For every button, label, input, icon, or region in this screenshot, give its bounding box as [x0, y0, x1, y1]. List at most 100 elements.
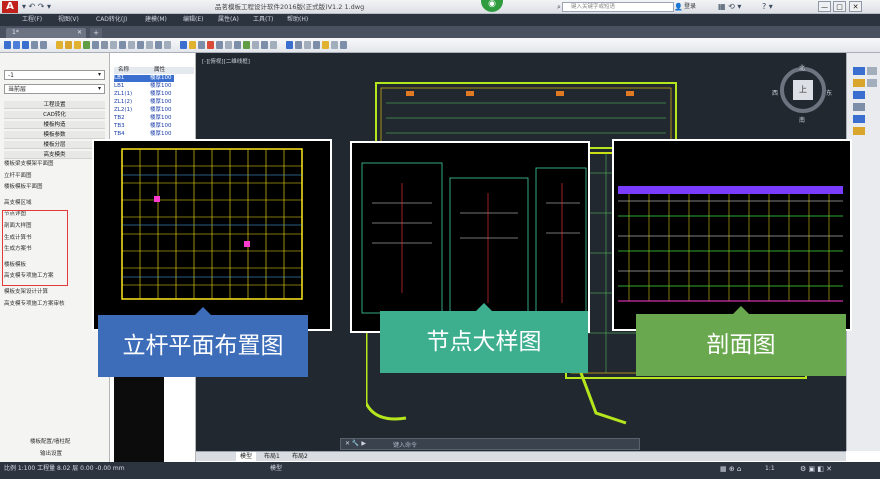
draw-rect-icon[interactable]: [198, 41, 205, 49]
high-formwork-button[interactable]: 高支模类: [4, 151, 105, 159]
print-icon[interactable]: [331, 41, 338, 49]
table-icon[interactable]: [164, 41, 171, 49]
dimension-tool-icon[interactable]: [853, 91, 865, 99]
extend-icon[interactable]: [270, 41, 277, 49]
offset-icon[interactable]: [252, 41, 259, 49]
rotate-icon[interactable]: [234, 41, 241, 49]
nav-item[interactable]: 立杆平面图: [4, 173, 32, 180]
slab-layer-button[interactable]: 楼板分层: [4, 141, 105, 149]
nav-item[interactable]: 楼板梁支模架平面图: [4, 161, 54, 168]
close-tab-icon[interactable]: ✕: [77, 28, 82, 38]
formwork-params-button[interactable]: 模板参数: [4, 131, 105, 139]
redo-icon[interactable]: [40, 41, 47, 49]
layer-filter-icon[interactable]: [74, 41, 81, 49]
output-settings-button[interactable]: 输出设置: [40, 451, 62, 458]
chevron-down-icon[interactable]: ▾: [98, 71, 101, 78]
menu-item-tools[interactable]: 工具(T): [253, 14, 273, 26]
table-row[interactable]: ZL1(2) 楼厚100: [114, 99, 174, 106]
minimize-button[interactable]: —: [818, 1, 831, 12]
document-tab[interactable]: 1* ✕: [6, 28, 86, 38]
draw-arc-icon[interactable]: [189, 41, 196, 49]
command-tools-icon[interactable]: ✕ 🔧 ▶: [345, 440, 366, 447]
table-row[interactable]: TB4 楼厚100: [114, 131, 174, 138]
viewport-label[interactable]: [-][俯视][二维线框]: [202, 57, 250, 65]
quick-access-toolbar-icon[interactable]: ▾ ↶ ↷ ▾: [22, 0, 51, 14]
menu-item-project[interactable]: 工程(F): [22, 14, 42, 26]
nav-item[interactable]: 高支模专项施工方案审核: [4, 301, 65, 308]
menu-item-modeling[interactable]: 建模(M): [145, 14, 167, 26]
settings-icon[interactable]: [340, 41, 347, 49]
grid-icon[interactable]: [83, 41, 90, 49]
sign-in-link[interactable]: 登录: [684, 1, 696, 13]
layer-icon[interactable]: [56, 41, 63, 49]
pan-tool-icon[interactable]: [867, 67, 877, 75]
move-icon[interactable]: [225, 41, 232, 49]
status-settings-icon[interactable]: ⚙ ▣ ◧ ✕: [800, 462, 832, 476]
search-icon[interactable]: ⌕: [557, 1, 561, 13]
floor-select[interactable]: -1: [4, 70, 105, 80]
menu-item-help[interactable]: 帮助(H): [287, 14, 308, 26]
layer-state-icon[interactable]: [65, 41, 72, 49]
maximize-button[interactable]: □: [833, 1, 846, 12]
view-cube-top[interactable]: 上: [793, 80, 813, 100]
open-file-icon[interactable]: [13, 41, 20, 49]
status-model[interactable]: 模型: [270, 462, 282, 476]
save-icon[interactable]: [22, 41, 29, 49]
exchange-icon[interactable]: ▦ ⟲ ▾: [718, 0, 741, 14]
status-scale[interactable]: 1:1: [765, 462, 775, 476]
modify-tool-icon[interactable]: [853, 79, 865, 87]
mirror-icon[interactable]: [243, 41, 250, 49]
delete-icon[interactable]: [207, 41, 214, 49]
copy-icon[interactable]: [216, 41, 223, 49]
status-tools-icon[interactable]: ▦ ⊕ ⌂: [720, 462, 741, 476]
tab-layout1[interactable]: 布局1: [260, 452, 284, 462]
slab-structure-button[interactable]: 楼板构造: [4, 121, 105, 129]
chevron-down-icon[interactable]: ▾: [98, 85, 101, 92]
close-button[interactable]: ✕: [849, 1, 862, 12]
zoom-tool-icon[interactable]: [867, 79, 877, 87]
match-icon[interactable]: [295, 41, 302, 49]
project-settings-button[interactable]: 工程设置: [4, 101, 105, 109]
insert-icon[interactable]: [313, 41, 320, 49]
menu-item-edit[interactable]: 编辑(E): [183, 14, 203, 26]
tab-model[interactable]: 模型: [236, 452, 257, 462]
draw-line-icon[interactable]: [180, 41, 187, 49]
layer-select[interactable]: 当前层: [4, 84, 105, 94]
command-line[interactable]: ✕ 🔧 ▶ 键入命令: [340, 438, 640, 450]
config-label[interactable]: 楼板配置/墙柱配: [30, 439, 70, 446]
block-icon[interactable]: [304, 41, 311, 49]
zoom-icon[interactable]: [92, 41, 99, 49]
cad-convert-button[interactable]: CAD转化: [4, 111, 105, 119]
trim-icon[interactable]: [261, 41, 268, 49]
new-file-icon[interactable]: [4, 41, 11, 49]
nav-item[interactable]: 高支模区域: [4, 200, 32, 207]
draw-tool-icon[interactable]: [853, 67, 865, 75]
table-row[interactable]: LB1 楼厚100: [114, 83, 174, 90]
table-row[interactable]: ZL1(1) 楼厚100: [114, 91, 174, 98]
pan-icon[interactable]: [101, 41, 108, 49]
dimension-icon[interactable]: [155, 41, 162, 49]
command-input[interactable]: 键入命令: [393, 440, 417, 449]
undo-icon[interactable]: [31, 41, 38, 49]
properties-icon[interactable]: [286, 41, 293, 49]
menu-item-attributes[interactable]: 属性(A): [218, 14, 239, 26]
nav-item[interactable]: 楼板模板平面图: [4, 184, 43, 191]
xref-icon[interactable]: [322, 41, 329, 49]
measure-icon[interactable]: [137, 41, 144, 49]
window-select-icon[interactable]: [128, 41, 135, 49]
nav-item[interactable]: 模板支架设计计算: [4, 289, 48, 296]
table-row[interactable]: ZL2(1) 楼厚100: [114, 107, 174, 114]
menu-item-cad-convert[interactable]: CAD转化(J): [96, 14, 127, 26]
help-icon[interactable]: ? ▾: [762, 0, 773, 14]
search-input[interactable]: 键入关键字或短语: [562, 2, 674, 12]
user-icon[interactable]: 👤: [674, 1, 683, 13]
tab-layout2[interactable]: 布局2: [288, 452, 312, 462]
select-icon[interactable]: [119, 41, 126, 49]
table-row[interactable]: TB3 楼厚100: [114, 123, 174, 130]
layer-tool-icon[interactable]: [853, 103, 865, 111]
table-row[interactable]: LB1 楼厚100: [114, 75, 174, 82]
text-tool-icon[interactable]: [853, 127, 865, 135]
app-logo-icon[interactable]: A: [2, 1, 18, 13]
text-icon[interactable]: [146, 41, 153, 49]
new-tab-button[interactable]: +: [90, 28, 102, 38]
